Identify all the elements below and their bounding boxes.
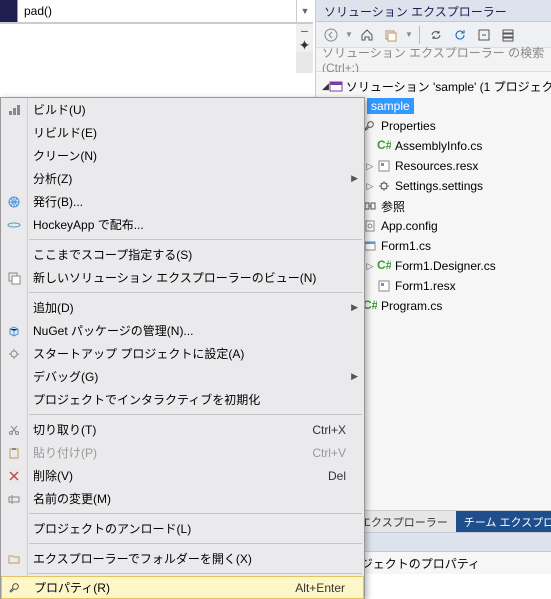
wrench-icon xyxy=(6,579,24,597)
hockeyapp-icon xyxy=(5,216,23,234)
menu-unload[interactable]: プロジェクトのアンロード(L) xyxy=(1,517,364,540)
method-dropdown[interactable]: pad() ▼ xyxy=(0,0,313,23)
expander-icon[interactable]: ▷ xyxy=(364,261,376,272)
globe-icon xyxy=(5,193,23,211)
menu-debug[interactable]: デバッグ(G)▶ xyxy=(1,365,364,388)
tab-team-explorer[interactable]: チーム エクスプロー xyxy=(456,511,551,532)
nuget-icon xyxy=(5,322,23,340)
cs-file-icon: C# xyxy=(376,138,392,154)
menu-rebuild[interactable]: リビルド(E) xyxy=(1,121,364,144)
solution-icon xyxy=(329,78,343,94)
menu-rename[interactable]: 名前の変更(M) xyxy=(1,487,364,510)
folder-icon xyxy=(5,550,23,568)
startup-icon xyxy=(5,345,23,363)
menu-startup[interactable]: スタートアップ プロジェクトに設定(A) xyxy=(1,342,364,365)
search-box[interactable]: ソリューション エクスプローラー の検索 (Ctrl+:) xyxy=(316,48,551,72)
menu-nuget[interactable]: NuGet パッケージの管理(N)... xyxy=(1,319,364,342)
context-menu: ビルド(U) リビルド(E) クリーン(N) 分析(Z)▶ 発行(B)... H… xyxy=(0,97,365,599)
expander-icon[interactable]: ▷ xyxy=(364,161,376,172)
method-dropdown-left xyxy=(0,0,18,22)
submenu-arrow-icon: ▶ xyxy=(351,302,358,313)
collapse-all-button[interactable] xyxy=(473,24,495,46)
editor-area[interactable]: − ✦ xyxy=(0,23,313,73)
menu-paste[interactable]: 貼り付け(P)Ctrl+V xyxy=(1,441,364,464)
chevron-down-icon[interactable]: ▼ xyxy=(404,24,414,46)
svg-text:C#: C# xyxy=(363,299,377,312)
resx-icon xyxy=(376,158,392,174)
menu-delete[interactable]: 削除(V)Del xyxy=(1,464,364,487)
expander-icon[interactable]: ◢ xyxy=(322,81,329,92)
delete-icon xyxy=(5,467,23,485)
menu-add[interactable]: 追加(D)▶ xyxy=(1,296,364,319)
search-placeholder: ソリューション エクスプローラー の検索 (Ctrl+:) xyxy=(322,44,545,75)
menu-interactive[interactable]: プロジェクトでインタラクティブを初期化 xyxy=(1,388,364,411)
menu-build[interactable]: ビルド(U) xyxy=(1,98,364,121)
resx-icon xyxy=(376,278,392,294)
back-button[interactable] xyxy=(320,24,342,46)
menu-analyze[interactable]: 分析(Z)▶ xyxy=(1,167,364,190)
menu-newview[interactable]: 新しいソリューション エクスプローラーのビュー(N) xyxy=(1,266,364,289)
sync-button[interactable] xyxy=(425,24,447,46)
menu-scope[interactable]: ここまでスコープ指定する(S) xyxy=(1,243,364,266)
properties-button[interactable] xyxy=(497,24,519,46)
cs-file-icon: C# xyxy=(376,258,392,274)
solution-node[interactable]: ◢ソリューション 'sample' (1 プロジェクト) xyxy=(316,76,551,96)
chevron-down-icon[interactable]: ▼ xyxy=(297,6,313,16)
method-name: pad() xyxy=(18,0,297,22)
scrollbar-track[interactable] xyxy=(296,52,313,73)
scissors-icon xyxy=(5,421,23,439)
expand-icon[interactable]: ✦ xyxy=(299,38,311,52)
menu-publish[interactable]: 発行(B)... xyxy=(1,190,364,213)
menu-cut[interactable]: 切り取り(T)Ctrl+X xyxy=(1,418,364,441)
chevron-down-icon[interactable]: ▼ xyxy=(344,24,354,46)
menu-openfolder[interactable]: エクスプローラーでフォルダーを開く(X) xyxy=(1,547,364,570)
panel-title: ソリューション エクスプローラー xyxy=(316,0,551,22)
expander-icon[interactable]: ▷ xyxy=(364,181,376,192)
submenu-arrow-icon: ▶ xyxy=(351,371,358,382)
build-icon xyxy=(5,101,23,119)
paste-icon xyxy=(5,444,23,462)
pending-changes-button[interactable] xyxy=(380,24,402,46)
submenu-arrow-icon: ▶ xyxy=(351,173,358,184)
settings-icon xyxy=(376,178,392,194)
rename-icon xyxy=(5,490,23,508)
editor-scroll[interactable]: − ✦ xyxy=(296,24,313,73)
newview-icon xyxy=(5,269,23,287)
home-button[interactable] xyxy=(356,24,378,46)
menu-hockeyapp[interactable]: HockeyApp で配布... xyxy=(1,213,364,236)
svg-text:C#: C# xyxy=(377,139,391,152)
menu-properties[interactable]: プロパティ(R)Alt+Enter xyxy=(1,576,364,599)
menu-clean[interactable]: クリーン(N) xyxy=(1,144,364,167)
refresh-button[interactable] xyxy=(449,24,471,46)
svg-text:C#: C# xyxy=(377,259,391,272)
